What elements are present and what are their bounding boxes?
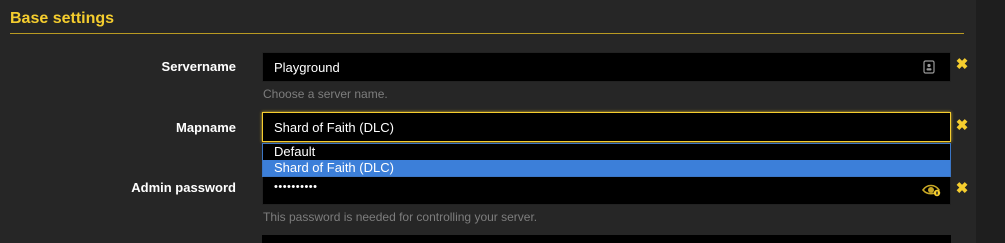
servername-label: Servername [161,59,236,74]
mapname-option-default[interactable]: Default [263,144,950,160]
mapname-value: Shard of Faith (DLC) [274,120,394,135]
admin-password-help: This password is needed for controlling … [263,210,538,224]
admin-password-label: Admin password [131,180,236,195]
admin-password-clear-icon[interactable]: ✖ [955,181,969,196]
servername-clear-icon[interactable]: ✖ [955,57,969,72]
mapname-option-shard-of-faith[interactable]: Shard of Faith (DLC) [263,160,950,176]
servername-help: Choose a server name. [263,87,388,101]
eye-reveal-icon[interactable] [921,182,943,198]
section-divider [10,33,964,34]
section-title: Base settings [10,10,115,27]
next-field-input[interactable] [262,235,951,243]
mapname-clear-icon[interactable]: ✖ [955,118,969,133]
mapname-select[interactable]: Shard of Faith (DLC) [262,112,951,142]
admin-password-input[interactable]: •••••••••• [262,177,951,205]
scrollbar-track[interactable] [976,0,1005,243]
contact-card-icon[interactable] [923,60,935,74]
admin-password-value: •••••••••• [274,181,318,193]
mapname-dropdown[interactable]: Default Shard of Faith (DLC) [262,143,951,177]
mapname-label: Mapname [176,120,236,135]
servername-input[interactable]: Playground [262,52,951,82]
settings-panel: Base settings Servername Playground ✖ Ch… [0,0,1005,243]
servername-value: Playground [274,60,340,75]
